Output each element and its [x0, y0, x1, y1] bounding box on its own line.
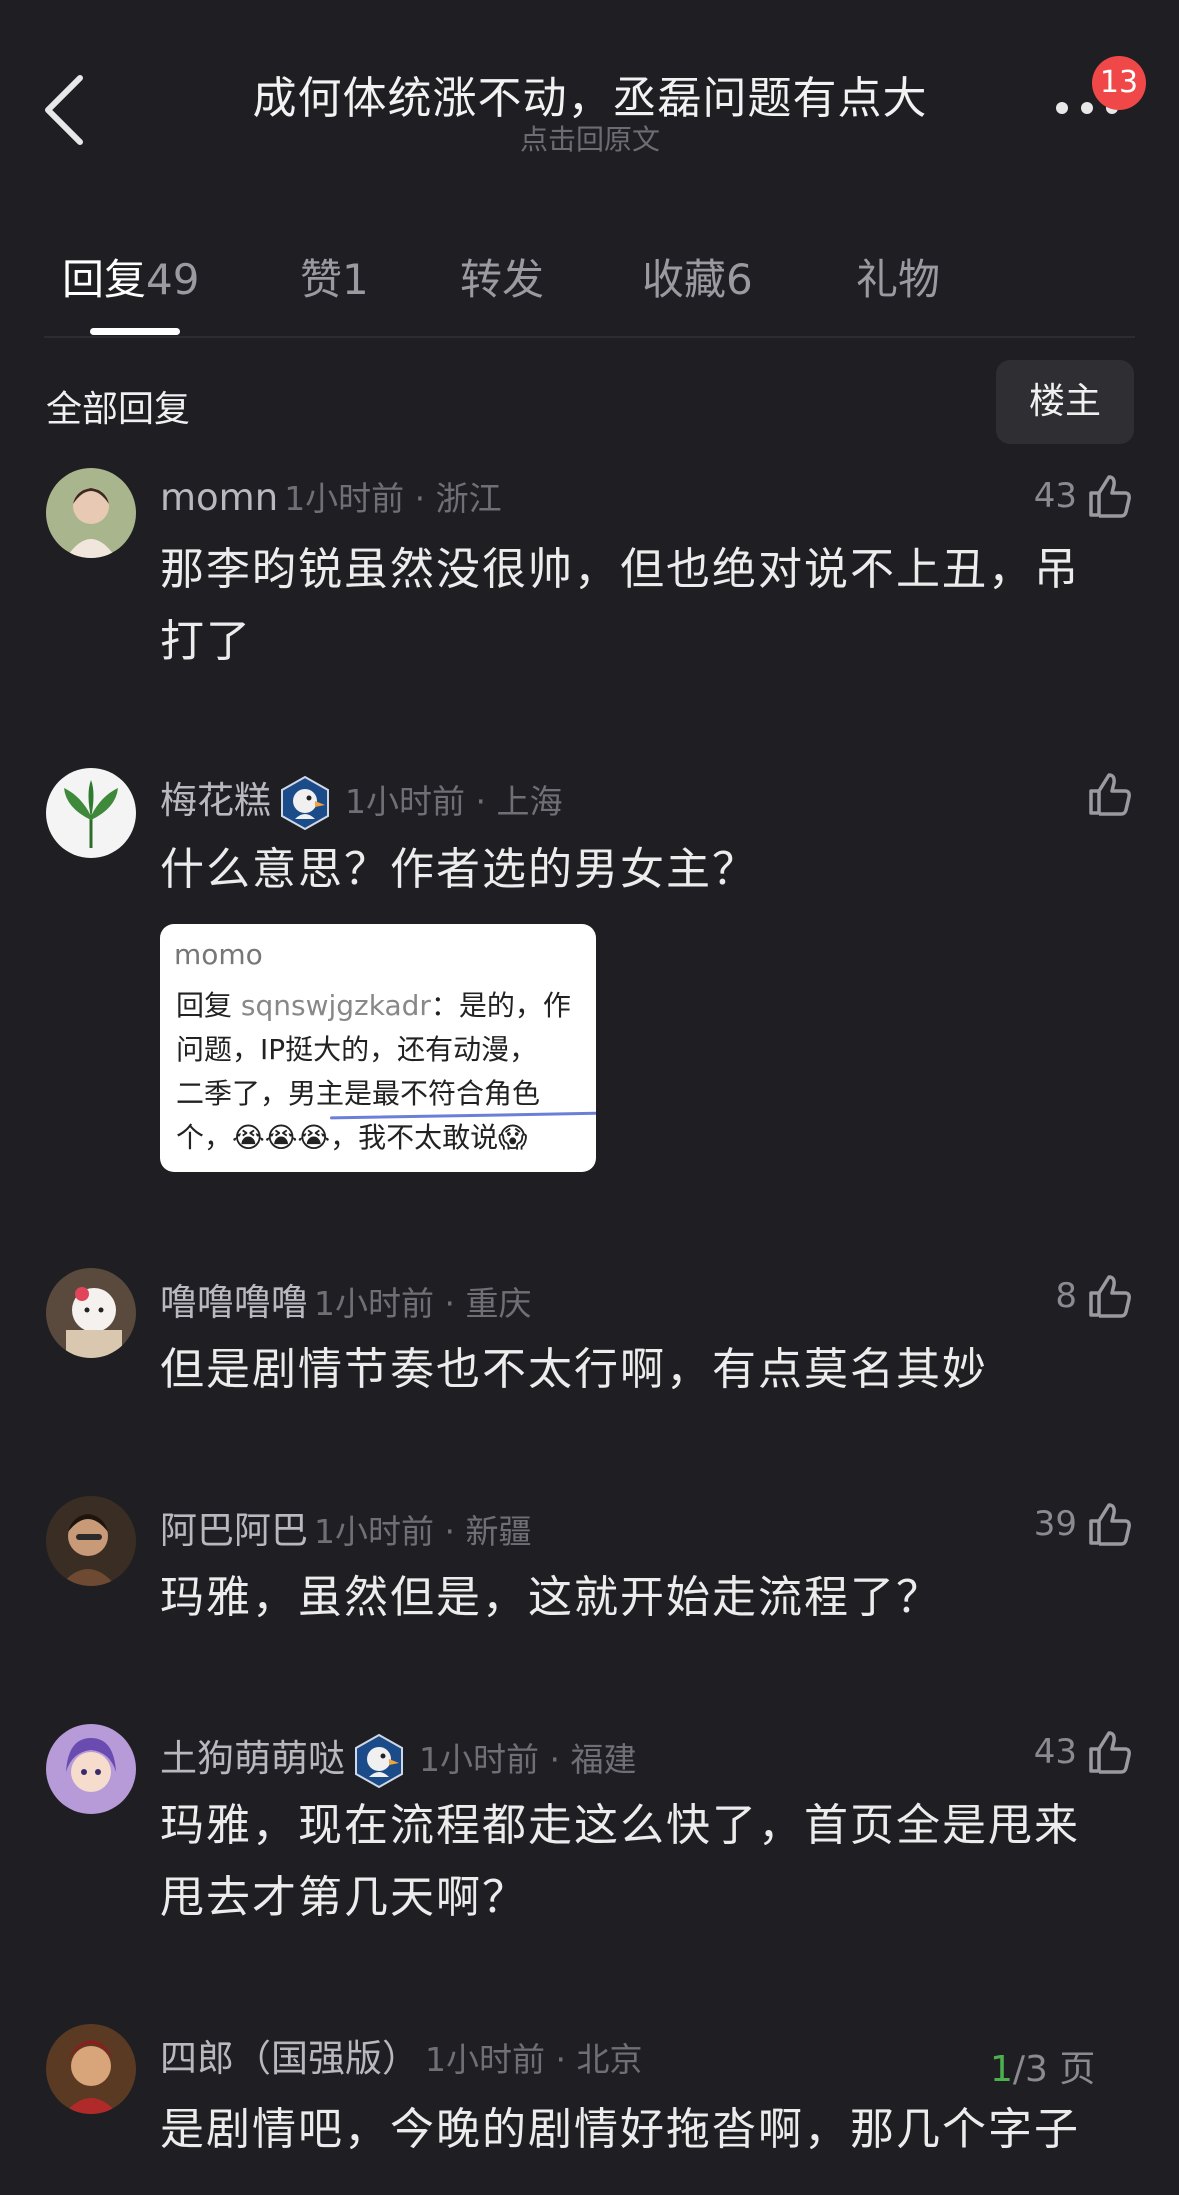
comment-time-location: 1小时前 · 福建 — [419, 1740, 637, 1779]
comment-meta: 四郎（国强版） 1小时前 · 北京 — [160, 2028, 642, 2082]
username[interactable]: 阿巴阿巴 — [160, 1509, 308, 1552]
avatar[interactable] — [46, 1496, 136, 1586]
avatar[interactable] — [46, 1268, 136, 1358]
tab-label: 收藏 — [642, 255, 727, 304]
active-tab-indicator — [90, 328, 180, 335]
thumbs-up-icon — [1089, 1275, 1131, 1318]
quote-line: 回复 — [176, 989, 241, 1022]
quote-handle: sqnswjgzkadr — [240, 989, 431, 1022]
tabs-divider — [44, 336, 1135, 338]
thumbs-up-icon — [1089, 1503, 1131, 1546]
comment-text: 那李昀锐虽然没很帅，但也绝对说不上丑，吊打了 — [160, 544, 1080, 667]
comment-text: 是剧情吧，今晚的剧情好拖沓啊，那几个字子 — [160, 2104, 1080, 2155]
post-title[interactable]: 成何体统涨不动，丞磊问题有点大 — [200, 62, 980, 126]
quote-line: 个，😭😭😭，我不太敢说😱 — [176, 1121, 528, 1154]
comment-text: 玛雅，现在流程都走这么快了，首页全是甩来甩去才第几天啊？ — [160, 1800, 1080, 1923]
thumbs-up-icon — [1089, 1731, 1131, 1774]
tab-count: 1 — [342, 255, 369, 304]
avatar[interactable] — [46, 2024, 136, 2114]
quote-line: 二季了，男主是最不符合角色 — [176, 1077, 541, 1110]
back-arrow-icon[interactable] — [38, 70, 98, 150]
like-button[interactable]: 39 — [1034, 1498, 1135, 1550]
username[interactable]: 噜噜噜噜 — [160, 1281, 308, 1324]
avatar[interactable] — [46, 768, 136, 858]
thumbs-up-icon — [1089, 475, 1131, 518]
quote-author: momo — [174, 938, 263, 971]
tab-label: 回复 — [62, 255, 147, 304]
tab-likes[interactable]: 赞1 — [300, 246, 369, 307]
tab-favorites[interactable]: 收藏6 — [642, 246, 753, 307]
comment-time-location: 1小时前 · 浙江 — [284, 479, 502, 518]
quote-line: ：是的，作 — [430, 989, 571, 1022]
username[interactable]: 土狗萌萌哒 — [160, 1737, 345, 1780]
op-only-button[interactable]: 楼主 — [996, 360, 1134, 444]
like-count: 39 — [1033, 1504, 1077, 1544]
comment-time-location: 1小时前 · 北京 — [425, 2040, 643, 2079]
comment-text: 什么意思？作者选的男女主？ — [160, 844, 758, 895]
all-replies-label: 全部回复 — [46, 389, 191, 430]
tab-count: 49 — [146, 255, 200, 304]
quote-text: 回复 sqnswjgzkadr：是的，作 问题，IP挺大的，还有动漫， 二季了，… — [176, 984, 596, 1160]
tab-replies[interactable]: 回复49 — [62, 246, 199, 307]
comment-time-location: 1小时前 · 上海 — [345, 782, 563, 821]
page-indicator[interactable]: 1/3 页 — [990, 2040, 1095, 2092]
comment-time-location: 1小时前 · 重庆 — [314, 1284, 532, 1323]
back-to-original-link[interactable]: 点击回原文 — [200, 118, 980, 158]
comment-meta: 梅花糕 1小时前 · 上海 — [160, 770, 562, 831]
username[interactable]: 四郎（国强版） — [160, 2037, 419, 2080]
bird-badge-icon — [281, 775, 329, 830]
notification-badge[interactable]: 13 — [1092, 56, 1146, 110]
comment-meta: 阿巴阿巴 1小时前 · 新疆 — [160, 1500, 531, 1554]
comment-time-location: 1小时前 · 新疆 — [314, 1512, 532, 1551]
like-button[interactable]: 43 — [1034, 1726, 1135, 1778]
like-count: 43 — [1033, 1732, 1077, 1772]
tab-label: 赞 — [300, 255, 343, 304]
tab-label: 礼物 — [856, 255, 941, 304]
like-button[interactable]: 8 — [1055, 1270, 1135, 1322]
tab-gifts[interactable]: 礼物 — [856, 246, 940, 307]
bird-badge-icon — [355, 1733, 403, 1788]
like-button[interactable]: 43 — [1034, 470, 1135, 522]
comment-meta: 噜噜噜噜 1小时前 · 重庆 — [160, 1272, 531, 1326]
comment-text: 但是剧情节奏也不太行啊，有点莫名其妙 — [160, 1344, 988, 1395]
username[interactable]: momn — [160, 476, 278, 519]
quote-line: 问题，IP挺大的，还有动漫， — [176, 1033, 538, 1066]
total-pages: /3 页 — [1012, 2049, 1096, 2090]
thumbs-up-icon — [1089, 773, 1131, 816]
like-button[interactable] — [1085, 768, 1135, 820]
tab-label: 转发 — [460, 255, 545, 304]
username[interactable]: 梅花糕 — [160, 779, 271, 822]
comment-text: 玛雅，虽然但是，这就开始走流程了？ — [160, 1572, 942, 1623]
like-count: 43 — [1033, 476, 1077, 516]
comment-meta: 土狗萌萌哒 1小时前 · 福建 — [160, 1728, 636, 1789]
current-page: 1 — [990, 2049, 1013, 2090]
avatar[interactable] — [46, 1724, 136, 1814]
tab-count: 6 — [726, 255, 753, 304]
avatar[interactable] — [46, 468, 136, 558]
quoted-screenshot[interactable]: momo 回复 sqnswjgzkadr：是的，作 问题，IP挺大的，还有动漫，… — [160, 924, 596, 1172]
comment-meta: momn 1小时前 · 浙江 — [160, 472, 502, 520]
like-count: 8 — [1055, 1276, 1077, 1316]
tab-reposts[interactable]: 转发 — [460, 246, 544, 307]
